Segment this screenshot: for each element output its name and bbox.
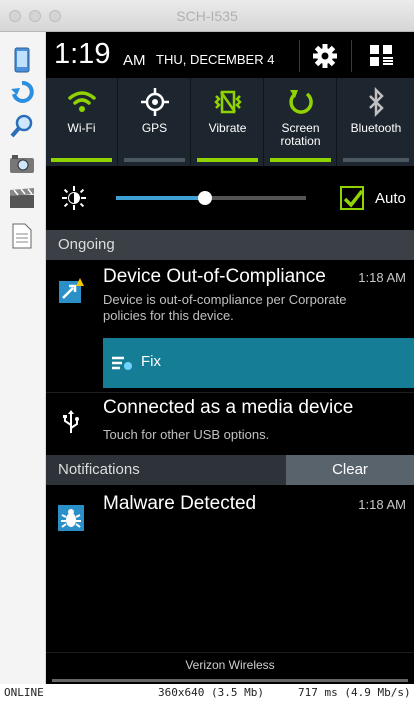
- gps-state-bar: [124, 158, 185, 162]
- tool-sidebar: [0, 32, 46, 684]
- connection-status: ONLINE: [4, 686, 44, 699]
- clapper-tool-icon[interactable]: [8, 184, 36, 212]
- window-title: SCH-I535: [176, 8, 238, 24]
- fix-label: Fix: [141, 353, 161, 370]
- usb-icon: [63, 410, 79, 433]
- resolution-info: 360x640 (3.5 Mb): [158, 686, 264, 699]
- zoom-tool-icon[interactable]: [8, 112, 36, 140]
- brightness-slider-thumb[interactable]: [198, 191, 213, 205]
- panel-drag-handle[interactable]: [52, 679, 408, 682]
- auto-brightness-label: Auto: [375, 190, 406, 207]
- compliance-time: 1:18 AM: [358, 270, 406, 285]
- screen-rotation-label: Screen rotation: [280, 121, 321, 148]
- document-tool-icon[interactable]: [8, 222, 36, 250]
- malware-title: Malware Detected: [103, 493, 257, 514]
- rotation-icon: [289, 90, 313, 114]
- bluetooth-icon: [369, 86, 384, 118]
- usb-notification[interactable]: Connected as a media device Touch for ot…: [46, 393, 414, 455]
- auto-brightness-checkbox[interactable]: [340, 186, 364, 210]
- usb-text: Touch for other USB options.: [103, 427, 270, 442]
- bluetooth-label: Bluetooth: [350, 121, 402, 135]
- gps-icon: [141, 88, 169, 116]
- brightness-slider[interactable]: [116, 191, 306, 205]
- gps-toggle[interactable]: GPS: [119, 78, 191, 166]
- compliance-title: Device Out-of-Compliance: [103, 266, 326, 287]
- notification-panel-header: 1:19 AM THU, DECEMBER 4: [46, 32, 414, 78]
- bluetooth-toggle[interactable]: Bluetooth: [338, 78, 414, 166]
- device-tool-icon[interactable]: [8, 46, 36, 74]
- usb-title: Connected as a media device: [103, 397, 354, 418]
- divider: [351, 40, 352, 72]
- malware-time: 1:18 AM: [358, 497, 406, 512]
- wifi-label: Wi-Fi: [67, 121, 96, 135]
- carrier-label: Verizon Wireless: [185, 658, 275, 672]
- screen-rotation-toggle[interactable]: Screen rotation: [265, 78, 337, 166]
- clock-date: THU, DECEMBER 4: [156, 52, 275, 67]
- brightness-slider-fill: [116, 196, 206, 200]
- rotate-tool-icon[interactable]: [8, 78, 36, 106]
- device-screen: 1:19 AM THU, DECEMBER 4 Wi-Fi GPS Vibrat…: [46, 32, 414, 684]
- vibrate-toggle[interactable]: Vibrate: [192, 78, 264, 166]
- vibrate-icon: [214, 90, 242, 114]
- bluetooth-state-bar: [343, 158, 409, 162]
- checkmark-icon: [343, 189, 364, 208]
- clock-ampm: AM: [123, 52, 146, 69]
- clear-button[interactable]: Clear: [286, 455, 414, 485]
- grid-toggle-icon[interactable]: [368, 42, 398, 70]
- compliance-text: Device is out-of-compliance per Corporat…: [103, 292, 347, 323]
- wifi-icon: [68, 91, 96, 112]
- timing-info: 717 ms (4.9 Mb/s): [298, 686, 411, 699]
- malware-notification[interactable]: Malware Detected 1:18 AM: [46, 485, 414, 545]
- screen-rotation-state-bar: [270, 158, 331, 162]
- wifi-toggle[interactable]: Wi-Fi: [46, 78, 118, 166]
- compliance-notification[interactable]: Device Out-of-Compliance 1:18 AM Device …: [46, 260, 414, 392]
- divider: [299, 40, 300, 72]
- compliance-alert-icon: [59, 278, 84, 303]
- settings-gear-icon[interactable]: [310, 42, 340, 70]
- brightness-row: Auto: [46, 166, 414, 230]
- clock-time: 1:19: [54, 38, 111, 70]
- emulator-status-bar: ONLINE 360x640 (3.5 Mb) 717 ms (4.9 Mb/s…: [0, 684, 414, 701]
- fix-button[interactable]: Fix: [103, 338, 414, 388]
- bug-icon: [58, 505, 84, 531]
- window-titlebar: SCH-I535: [0, 0, 414, 32]
- fix-icon: [112, 356, 132, 370]
- camera-tool-icon[interactable]: [8, 150, 36, 178]
- vibrate-label: Vibrate: [208, 121, 247, 135]
- carrier-bar: Verizon Wireless: [46, 652, 414, 684]
- wifi-state-bar: [51, 158, 112, 162]
- gps-label: GPS: [141, 121, 168, 135]
- vibrate-state-bar: [197, 158, 258, 162]
- quick-settings-panel: Wi-Fi GPS Vibrate Screen rotation Blueto…: [46, 78, 414, 166]
- brightness-icon: [62, 186, 86, 210]
- ongoing-header: Ongoing: [46, 230, 414, 260]
